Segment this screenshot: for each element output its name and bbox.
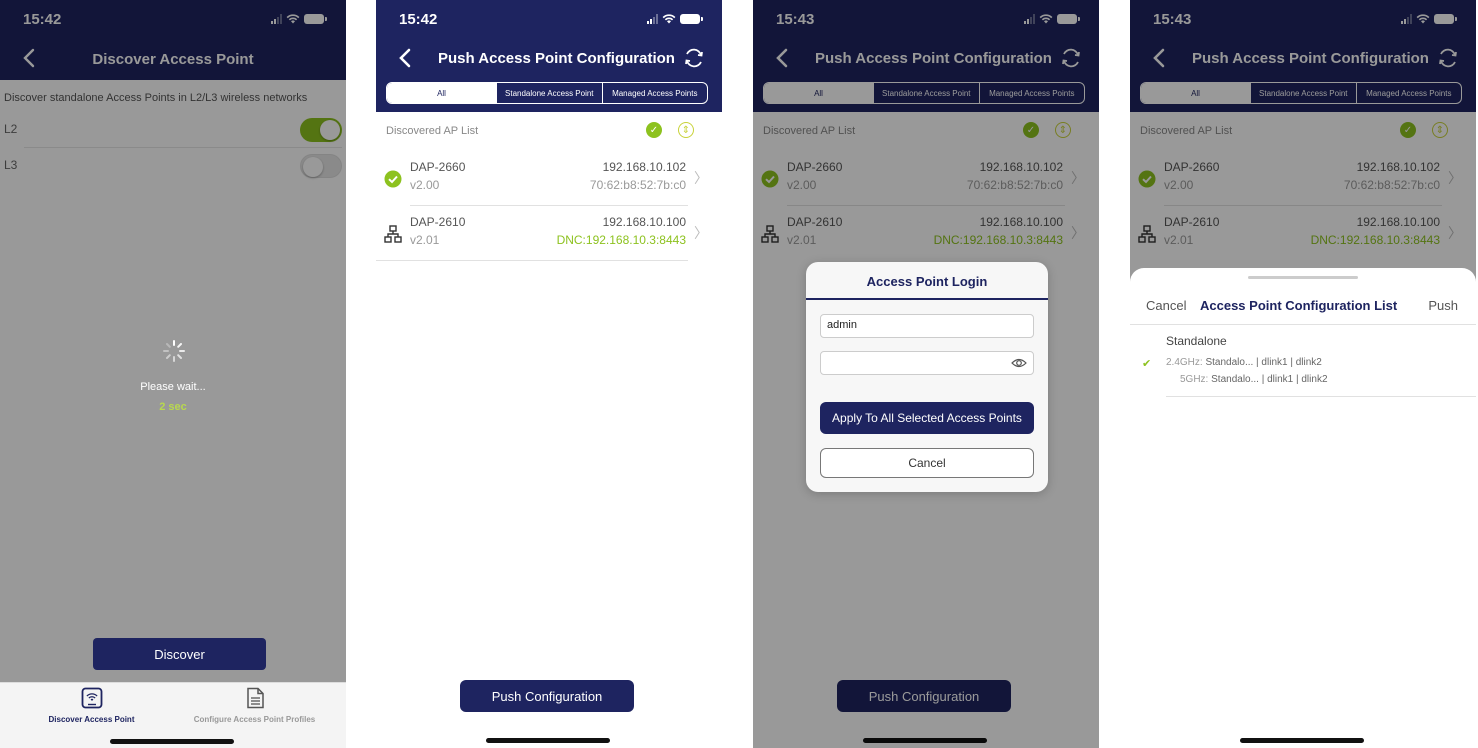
screenshot-collage: 15:42 Discover Access Point Discover sta… <box>0 0 1478 748</box>
push-configuration-button[interactable]: Push Configuration <box>460 680 634 712</box>
sheet-push-button[interactable]: Push <box>1428 298 1458 313</box>
segment-standalone[interactable]: Standalone Access Point <box>496 83 601 103</box>
ap-name: DAP-2610 <box>410 215 466 229</box>
ap-name: DAP-2660 <box>410 160 466 174</box>
signal-icon <box>647 14 658 24</box>
tab-configure-profiles[interactable]: Configure Access Point Profiles <box>168 687 341 724</box>
discover-screen: 15:42 Discover Access Point Discover sta… <box>0 0 346 748</box>
dim-overlay <box>0 0 346 748</box>
status-bar: 15:42 <box>376 0 722 38</box>
login-modal-screen: 15:43 Push Access Point Configuration Al… <box>753 0 1099 748</box>
back-chevron-icon[interactable] <box>394 46 418 70</box>
please-wait-text: Please wait... <box>140 381 206 393</box>
select-all-check-icon[interactable]: ✓ <box>646 122 662 138</box>
ap-ip: 192.168.10.100 <box>602 215 686 229</box>
ap-list-item[interactable]: DAP-2610 v2.01 192.168.10.100 DNC:192.16… <box>376 207 722 262</box>
config-line-5ghz[interactable]: 5GHz: Standalo... | dlink1 | dlink2 <box>1180 374 1328 385</box>
title-bar: Push Access Point Configuration <box>376 38 722 80</box>
sheet-grabber[interactable] <box>1248 276 1358 279</box>
modal-title: Access Point Login <box>866 274 988 289</box>
list-header-label: Discovered AP List <box>386 125 479 137</box>
cancel-button[interactable]: Cancel <box>820 448 1034 478</box>
tab-label-discover: Discover Access Point <box>48 715 135 724</box>
segment-all[interactable]: All <box>387 83 497 103</box>
chevron-right-icon: 〉 <box>694 170 708 186</box>
apply-to-all-button[interactable]: Apply To All Selected Access Points <box>820 402 1034 434</box>
tab-bar: Discover Access Point Configure Access P… <box>0 682 346 748</box>
segment-managed[interactable]: Managed Access Points <box>601 83 707 103</box>
ap-list-item[interactable]: DAP-2660 v2.00 192.168.10.102 70:62:b8:5… <box>376 152 722 207</box>
wifi-icon <box>662 14 676 24</box>
filter-segmented-control: All Standalone Access Point Managed Acce… <box>386 82 708 104</box>
band-label: 5GHz: <box>1180 374 1209 385</box>
push-config-screen: 15:42 Push Access Point Configuration Al… <box>376 0 722 748</box>
list-header: Discovered AP List ✓ ⇕ <box>376 118 722 144</box>
sheet-cancel-button[interactable]: Cancel <box>1146 298 1186 313</box>
page-title: Push Access Point Configuration <box>438 50 675 67</box>
network-icon <box>384 225 402 243</box>
band-label: 2.4GHz: <box>1166 357 1203 368</box>
wifi-tablet-icon <box>81 687 102 709</box>
band-value: Standalo... | dlink1 | dlink2 <box>1211 374 1328 385</box>
wait-seconds: 2 sec <box>159 401 187 413</box>
sheet-title: Access Point Configuration List <box>1200 298 1398 313</box>
ap-controller: DNC:192.168.10.3:8443 <box>556 233 686 247</box>
password-field[interactable] <box>820 351 1034 375</box>
refresh-icon[interactable] <box>682 46 706 70</box>
eye-icon[interactable] <box>1011 356 1027 370</box>
sort-icon[interactable]: ⇕ <box>678 122 694 138</box>
battery-icon <box>680 14 703 24</box>
band-value: Standalo... | dlink1 | dlink2 <box>1205 357 1322 368</box>
username-field[interactable]: admin <box>820 314 1034 338</box>
config-list-sheet-screen: 15:43 Push Access Point Configuration Al… <box>1130 0 1476 748</box>
status-time: 15:42 <box>399 10 438 28</box>
home-indicator <box>486 738 610 743</box>
ap-version: v2.01 <box>410 233 440 247</box>
config-list-sheet: Cancel Access Point Configuration List P… <box>1130 268 1476 748</box>
login-modal: Access Point Login admin Apply To All Se… <box>806 262 1048 492</box>
config-line-24ghz[interactable]: 2.4GHz: Standalo... | dlink1 | dlink2 <box>1166 357 1322 368</box>
check-circle-icon <box>384 170 402 188</box>
ap-ip: 192.168.10.102 <box>602 160 686 174</box>
tab-label-configure: Configure Access Point Profiles <box>193 715 316 724</box>
chevron-right-icon: 〉 <box>694 225 708 241</box>
home-indicator <box>110 739 234 744</box>
config-group-title: Standalone <box>1166 334 1227 348</box>
ap-mac: 70:62:b8:52:7b:c0 <box>589 178 686 192</box>
selected-check-icon[interactable]: ✔ <box>1142 357 1151 370</box>
status-icons <box>647 14 703 24</box>
ap-version: v2.00 <box>410 178 440 192</box>
discover-button[interactable]: Discover <box>93 638 266 670</box>
document-icon <box>246 687 264 709</box>
tab-discover-access-point[interactable]: Discover Access Point <box>5 687 178 724</box>
loading-spinner-icon <box>163 340 185 362</box>
home-indicator <box>1240 738 1364 743</box>
